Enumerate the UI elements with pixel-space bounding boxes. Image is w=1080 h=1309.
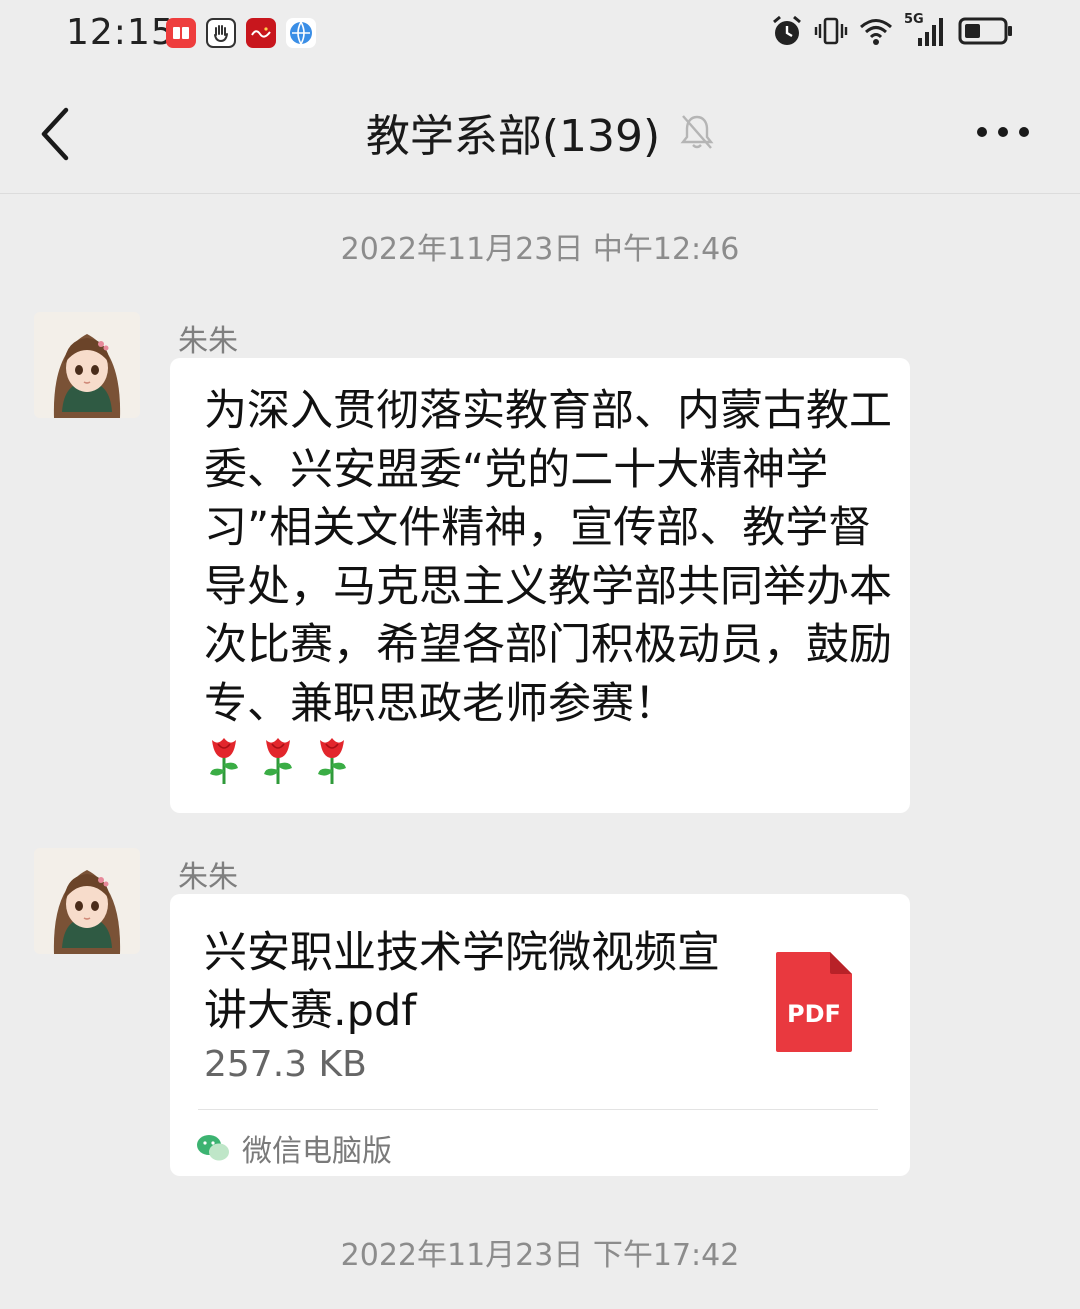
status-time: 12:15 <box>66 12 175 53</box>
more-dots-icon[interactable] <box>976 124 1030 140</box>
message-text: 为深入贯彻落实教育部、内蒙古教工委、兴安盟委“党的二十大精神学习”相关文件精神，… <box>204 386 892 729</box>
hand-app-icon <box>206 18 236 48</box>
battery-icon <box>958 17 1012 45</box>
chat-header: 教学系部(139) <box>0 70 1080 194</box>
chat-screen: 12:15 5G 教学系部(139) 2022年11月23日 中午12:46 朱… <box>0 0 1080 1309</box>
file-message-card[interactable]: 兴安职业技术学院微视频宣讲大赛.pdf 257.3 KB PDF 微信电脑版 <box>170 894 910 1176</box>
emoji-row <box>204 734 352 786</box>
message-timestamp: 2022年11月23日 中午12:46 <box>340 232 740 267</box>
rose-icon <box>264 738 292 784</box>
file-size: 257.3 KB <box>204 1044 367 1085</box>
status-bar: 12:15 5G <box>0 0 1080 70</box>
vibrate-icon <box>814 17 848 45</box>
divider <box>198 1109 878 1110</box>
wechat-icon <box>197 1135 229 1161</box>
message-timestamp: 2022年11月23日 下午17:42 <box>340 1238 740 1273</box>
file-source: 微信电脑版 <box>196 1126 392 1170</box>
text-message-bubble[interactable]: 为深入贯彻落实教育部、内蒙古教工委、兴安盟委“党的二十大精神学习”相关文件精神，… <box>170 358 910 813</box>
globe-app-icon <box>286 18 316 48</box>
study-app-icon <box>246 18 276 48</box>
wifi-icon <box>860 19 892 45</box>
status-right-icons: 5G <box>770 12 1014 48</box>
bell-muted-icon <box>680 115 714 149</box>
chat-title: 教学系部(139) <box>365 111 661 162</box>
status-app-icons <box>166 18 316 48</box>
alarm-icon <box>773 15 801 45</box>
pdf-type-label: PDF <box>787 1000 841 1028</box>
chat-title-row: 教学系部(139) <box>0 100 1080 164</box>
avatar[interactable] <box>34 848 140 954</box>
reader-app-icon <box>166 18 196 48</box>
file-name: 兴安职业技术学院微视频宣讲大赛.pdf <box>204 928 720 1036</box>
sender-name: 朱朱 <box>178 324 238 359</box>
signal-icon: 5G <box>904 12 948 48</box>
rose-icon <box>318 738 346 784</box>
avatar[interactable] <box>34 312 140 418</box>
rose-icon <box>210 738 238 784</box>
file-source-label: 微信电脑版 <box>242 1134 392 1169</box>
sender-name: 朱朱 <box>178 860 238 895</box>
